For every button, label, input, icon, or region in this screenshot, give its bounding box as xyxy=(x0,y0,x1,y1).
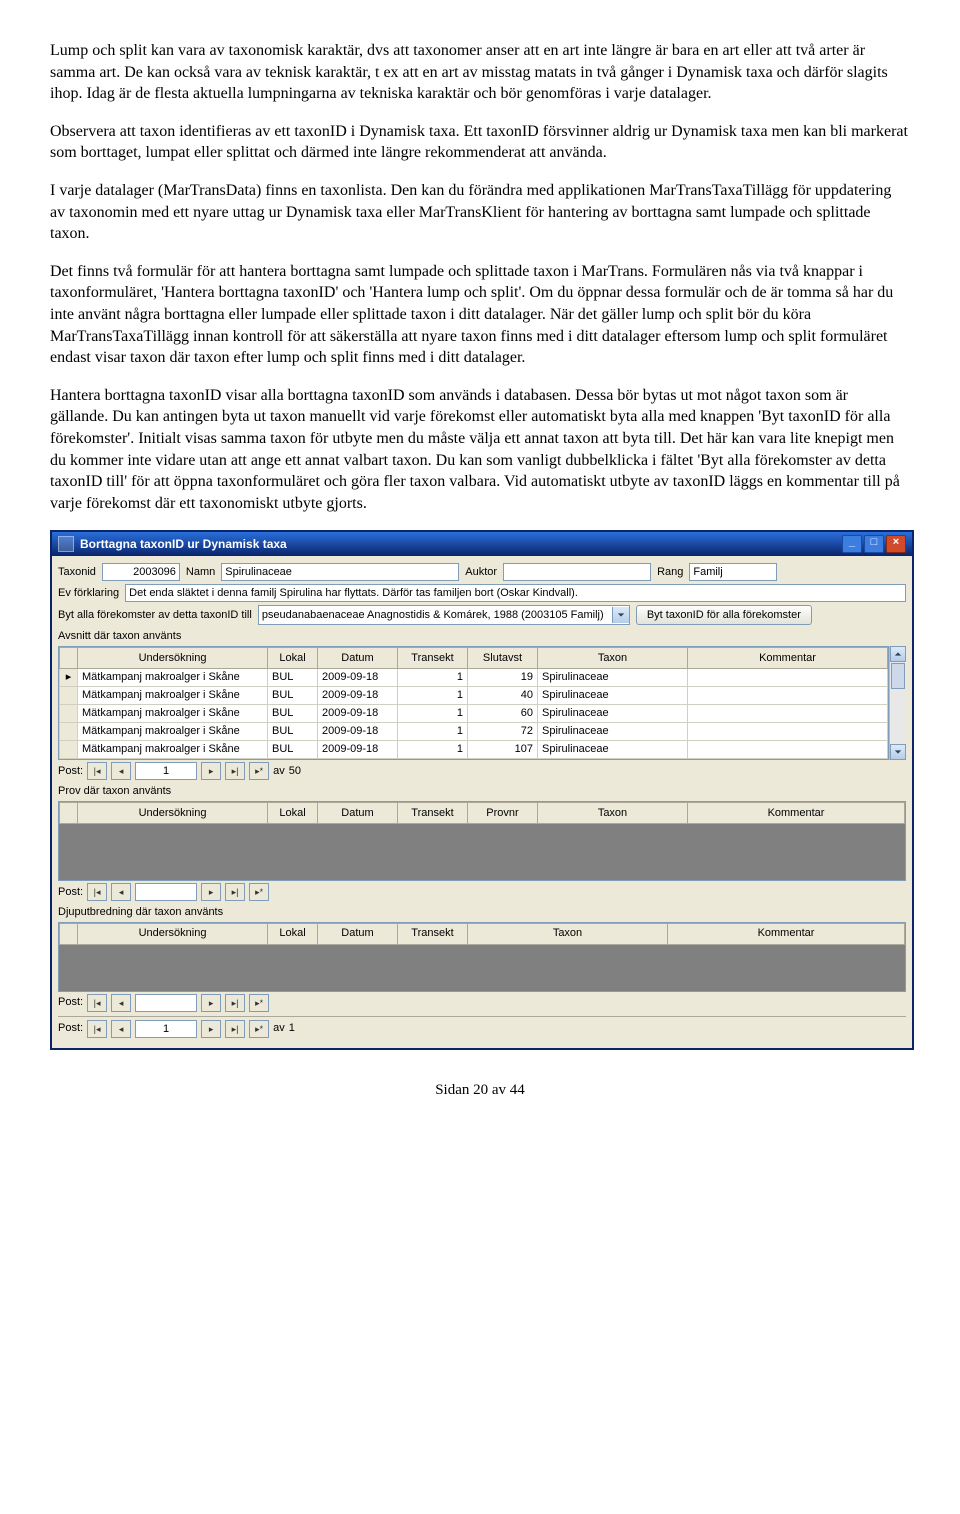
col-lokal[interactable]: Lokal xyxy=(268,648,318,669)
nav-next-button[interactable]: ▸ xyxy=(201,994,221,1012)
avsnitt-record-nav: Post: |◂ ◂ 1 ▸ ▸| ▸* av 50 xyxy=(58,762,906,780)
col-transekt[interactable]: Transekt xyxy=(398,648,468,669)
rang-label: Rang xyxy=(657,565,683,580)
close-button[interactable]: × xyxy=(886,535,906,553)
table-row[interactable]: ▸Mätkampanj makroalger i SkåneBUL2009-09… xyxy=(60,669,888,687)
scroll-down-icon[interactable] xyxy=(890,744,906,760)
djup-record-nav: Post: |◂ ◂ ▸ ▸| ▸* xyxy=(58,994,906,1012)
nav-prev-button[interactable]: ◂ xyxy=(111,1020,131,1038)
nav-last-button[interactable]: ▸| xyxy=(225,762,245,780)
av-label: av xyxy=(273,1021,285,1036)
chevron-down-icon[interactable] xyxy=(612,607,629,623)
post-label: Post: xyxy=(58,764,83,779)
avsnitt-header-row: Undersökning Lokal Datum Transekt Slutav… xyxy=(60,648,888,669)
nav-new-button[interactable]: ▸* xyxy=(249,883,269,901)
nav-first-button[interactable]: |◂ xyxy=(87,1020,107,1038)
page-number: Sidan 20 av 44 xyxy=(50,1080,910,1100)
paragraph-3: I varje datalager (MarTransData) finns e… xyxy=(50,180,910,245)
nav-first-button[interactable]: |◂ xyxy=(87,762,107,780)
dialog-window: Borttagna taxonID ur Dynamisk taxa _ □ ×… xyxy=(50,530,914,1050)
prov-header-row: Undersökning Lokal Datum Transekt Provnr… xyxy=(60,802,905,823)
avsnitt-grid[interactable]: Undersökning Lokal Datum Transekt Slutav… xyxy=(58,646,889,760)
vertical-scrollbar[interactable] xyxy=(889,646,906,760)
nav-new-button[interactable]: ▸* xyxy=(249,1020,269,1038)
nav-prev-button[interactable]: ◂ xyxy=(111,883,131,901)
nav-position[interactable] xyxy=(135,883,197,901)
nav-total: 1 xyxy=(289,1021,295,1036)
forklaring-label: Ev förklaring xyxy=(58,586,119,601)
nav-new-button[interactable]: ▸* xyxy=(249,994,269,1012)
prov-section-label: Prov där taxon använts xyxy=(58,784,906,799)
djup-empty-area xyxy=(59,945,905,991)
minimize-button[interactable]: _ xyxy=(842,535,862,553)
forklaring-field[interactable]: Det enda släktet i denna familj Spirulin… xyxy=(125,584,906,602)
nav-next-button[interactable]: ▸ xyxy=(201,762,221,780)
av-label: av xyxy=(273,764,285,779)
nav-prev-button[interactable]: ◂ xyxy=(111,994,131,1012)
paragraph-4: Det finns två formulär för att hantera b… xyxy=(50,261,910,369)
byt-taxonid-button[interactable]: Byt taxonID för alla förekomster xyxy=(636,605,812,625)
nav-prev-button[interactable]: ◂ xyxy=(111,762,131,780)
replace-combo[interactable]: pseudanabaenaceae Anagnostidis & Komárek… xyxy=(258,605,630,625)
nav-first-button[interactable]: |◂ xyxy=(87,883,107,901)
table-row[interactable]: Mätkampanj makroalger i SkåneBUL2009-09-… xyxy=(60,723,888,741)
nav-next-button[interactable]: ▸ xyxy=(201,883,221,901)
namn-field[interactable]: Spirulinaceae xyxy=(221,563,459,581)
prov-grid[interactable]: Undersökning Lokal Datum Transekt Provnr… xyxy=(58,801,906,881)
prov-empty-area xyxy=(59,824,905,880)
nav-position[interactable] xyxy=(135,994,197,1012)
avsnitt-section-label: Avsnitt där taxon använts xyxy=(58,629,906,644)
auktor-field[interactable] xyxy=(503,563,651,581)
nav-last-button[interactable]: ▸| xyxy=(225,1020,245,1038)
post-label: Post: xyxy=(58,1021,83,1036)
table-row[interactable]: Mätkampanj makroalger i SkåneBUL2009-09-… xyxy=(60,687,888,705)
nav-total: 50 xyxy=(289,764,301,779)
window-title: Borttagna taxonID ur Dynamisk taxa xyxy=(80,536,287,552)
table-row[interactable]: Mätkampanj makroalger i SkåneBUL2009-09-… xyxy=(60,705,888,723)
djup-grid[interactable]: Undersökning Lokal Datum Transekt Taxon … xyxy=(58,922,906,992)
col-datum[interactable]: Datum xyxy=(318,648,398,669)
nav-position[interactable]: 1 xyxy=(135,1020,197,1038)
combo-text: pseudanabaenaceae Anagnostidis & Komárek… xyxy=(259,608,612,623)
nav-last-button[interactable]: ▸| xyxy=(225,994,245,1012)
paragraph-2: Observera att taxon identifieras av ett … xyxy=(50,121,910,164)
nav-last-button[interactable]: ▸| xyxy=(225,883,245,901)
byt-alla-label: Byt alla förekomster av detta taxonID ti… xyxy=(58,608,252,623)
app-icon xyxy=(58,536,74,552)
nav-position[interactable]: 1 xyxy=(135,762,197,780)
col-kommentar[interactable]: Kommentar xyxy=(688,648,888,669)
table-row[interactable]: Mätkampanj makroalger i SkåneBUL2009-09-… xyxy=(60,741,888,759)
col-taxon[interactable]: Taxon xyxy=(538,648,688,669)
djup-header-row: Undersökning Lokal Datum Transekt Taxon … xyxy=(60,923,905,944)
scroll-up-icon[interactable] xyxy=(890,646,906,662)
taxonid-field[interactable]: 2003096 xyxy=(102,563,180,581)
post-label: Post: xyxy=(58,885,83,900)
taxonid-label: Taxonid xyxy=(58,565,96,580)
nav-new-button[interactable]: ▸* xyxy=(249,762,269,780)
col-undersokning[interactable]: Undersökning xyxy=(78,648,268,669)
col-slutavst[interactable]: Slutavst xyxy=(468,648,538,669)
paragraph-1: Lump och split kan vara av taxonomisk ka… xyxy=(50,40,910,105)
namn-label: Namn xyxy=(186,565,215,580)
nav-next-button[interactable]: ▸ xyxy=(201,1020,221,1038)
maximize-button[interactable]: □ xyxy=(864,535,884,553)
djup-section-label: Djuputbredning där taxon använts xyxy=(58,905,906,920)
prov-record-nav: Post: |◂ ◂ ▸ ▸| ▸* xyxy=(58,883,906,901)
outer-record-nav: Post: |◂ ◂ 1 ▸ ▸| ▸* av 1 xyxy=(58,1016,906,1038)
nav-first-button[interactable]: |◂ xyxy=(87,994,107,1012)
scroll-thumb[interactable] xyxy=(891,663,905,689)
post-label: Post: xyxy=(58,995,83,1010)
auktor-label: Auktor xyxy=(465,565,497,580)
paragraph-5: Hantera borttagna taxonID visar alla bor… xyxy=(50,385,910,515)
rang-field[interactable]: Familj xyxy=(689,563,777,581)
titlebar[interactable]: Borttagna taxonID ur Dynamisk taxa _ □ × xyxy=(52,532,912,556)
